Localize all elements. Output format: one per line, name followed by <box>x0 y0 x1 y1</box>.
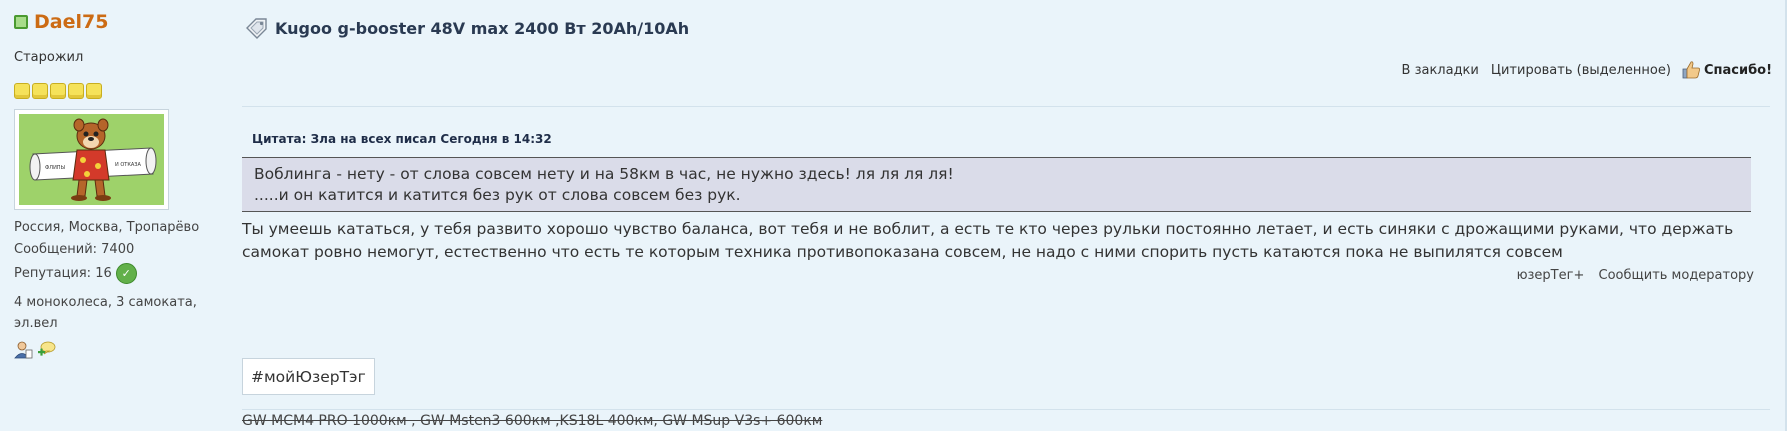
reputation-star-icon <box>14 83 30 99</box>
user-info-panel: Dael75 Старожил ФЛИПЫ И ОТКАЗА Россия, М… <box>14 10 229 360</box>
svg-text:ФЛИПЫ: ФЛИПЫ <box>45 165 65 171</box>
user-location: Россия, Москва, Тропарёво <box>14 220 200 235</box>
quote-selected-link[interactable]: Цитировать (выделенное) <box>1491 63 1671 78</box>
reputation-star-icon <box>32 83 48 99</box>
thanks-button[interactable]: Спасибо! <box>1681 60 1772 80</box>
username-row: Dael75 <box>14 10 229 34</box>
svg-text:И ОТКАЗА: И ОТКАЗА <box>115 162 141 168</box>
reputation-label: Репутация: 16 <box>14 266 112 281</box>
post-title-text: Kugoo g-booster 48V max 2400 Вт 20Ah/10A… <box>275 18 690 38</box>
bookmark-link[interactable]: В закладки <box>1402 63 1479 78</box>
user-profile-icon[interactable] <box>14 340 34 360</box>
quote-line: .....и он катится и катится без рук от с… <box>254 186 741 204</box>
post-body: Ты умеешь кататься, у тебя развито хорош… <box>242 220 1734 261</box>
quote-header: Цитата: Зла на всех писал Сегодня в 14:3… <box>252 132 552 146</box>
user-reputation: Репутация: 16 ✓ <box>14 263 229 284</box>
username-link[interactable]: Dael75 <box>34 11 108 33</box>
thumbs-up-icon <box>1682 61 1700 79</box>
avatar-image: ФЛИПЫ И ОТКАЗА <box>19 114 164 205</box>
report-to-moderator-link[interactable]: Сообщить модератору <box>1599 268 1755 283</box>
user-bio: 4 моноколеса, 3 самоката, эл.вел <box>14 295 197 331</box>
add-reputation-icon[interactable]: ✓ <box>115 263 137 284</box>
quote-line: Воблинга - нету - от слова совсем нету и… <box>254 165 954 183</box>
post-title: Kugoo g-booster 48V max 2400 Вт 20Ah/10A… <box>244 15 689 41</box>
user-post-count: Сообщений: 7400 <box>14 242 135 257</box>
reputation-star-icon <box>50 83 66 99</box>
user-title: Старожил <box>14 50 84 65</box>
divider <box>242 106 1770 107</box>
post-actions: В закладки Цитировать (выделенное) Спаси… <box>1390 60 1772 80</box>
private-message-icon[interactable] <box>36 340 56 360</box>
avatar[interactable]: ФЛИПЫ И ОТКАЗА <box>14 109 169 210</box>
divider <box>242 409 1770 410</box>
reputation-star-icon <box>86 83 102 99</box>
signature: GW MCM4 PRO 1000км , GW Msten3 600км ,KS… <box>242 413 823 429</box>
online-status-icon <box>14 15 28 29</box>
post-tag-icon <box>244 15 270 41</box>
user-tag-button[interactable]: #мойЮзерТэг <box>242 358 375 395</box>
usertag-link[interactable]: юзерТег+ <box>1517 268 1585 283</box>
thanks-label: Спасибо! <box>1703 62 1772 78</box>
reputation-stars <box>14 83 229 100</box>
reputation-star-icon <box>68 83 84 99</box>
post-footer-links: юзерТег+ Сообщить модератору <box>1507 268 1754 283</box>
user-action-icons <box>14 340 229 360</box>
quote-block: Воблинга - нету - от слова совсем нету и… <box>242 157 1751 212</box>
